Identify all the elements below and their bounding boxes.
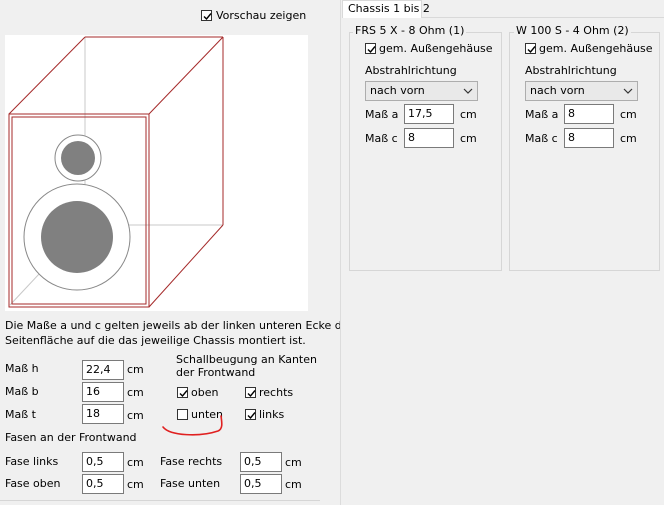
fase-unten-label: Fase unten [160, 477, 221, 490]
mass-h-unit: cm [127, 363, 144, 376]
fase-unten-input[interactable]: 0,5 [240, 474, 282, 494]
bevel-title: Fasen an der Frontwand [5, 431, 137, 444]
chassis-2-direction-select[interactable]: nach vorn [525, 81, 638, 101]
speaker-cabinet-drawing [8, 36, 224, 308]
fase-oben-label: Fase oben [5, 477, 61, 490]
chassis-1-direction-label: Abstrahlrichtung [365, 64, 457, 77]
chassis-1-same-housing-checkbox[interactable] [365, 43, 376, 54]
chassis-1-mass-a-label: Maß a [365, 108, 399, 121]
chevron-down-icon [463, 88, 473, 94]
info-text-line1: Die Maße a und c gelten jeweils ab der l… [5, 319, 354, 332]
mass-h-input[interactable]: 22,4 [82, 360, 124, 380]
fase-rechts-unit: cm [285, 456, 302, 469]
chassis-2-mass-c-input[interactable]: 8 [564, 128, 614, 148]
chassis-1-direction-value: nach vorn [370, 84, 425, 97]
chassis-1-mass-a-input[interactable]: 17,5 [404, 104, 454, 124]
chassis-1-mass-c-input[interactable]: 8 [404, 128, 454, 148]
bottom-divider [0, 500, 320, 501]
chassis-2-mass-a-label: Maß a [525, 108, 559, 121]
red-annotation-stroke [162, 415, 223, 436]
fase-rechts-input[interactable]: 0,5 [240, 452, 282, 472]
mass-t-label: Maß t [5, 408, 36, 421]
links-checkbox[interactable] [245, 409, 256, 420]
chassis-2-mass-a-input[interactable]: 8 [564, 104, 614, 124]
chassis-1-mass-a-unit: cm [460, 108, 477, 121]
diffraction-title-line1: Schallbeugung an Kanten [176, 353, 317, 366]
oben-label: oben [191, 386, 219, 399]
woofer-icon [41, 201, 113, 273]
mass-b-input[interactable]: 16 [82, 382, 124, 402]
chassis-2-same-housing-label: gem. Außengehäuse [539, 42, 653, 55]
mass-b-unit: cm [127, 386, 144, 399]
fase-links-label: Fase links [5, 455, 59, 468]
fase-rechts-label: Fase rechts [160, 455, 223, 468]
check-icon [367, 46, 376, 54]
check-icon [247, 390, 256, 398]
chassis-2-mass-c-label: Maß c [525, 132, 558, 145]
chassis-2-direction-value: nach vorn [530, 84, 585, 97]
oben-checkbox[interactable] [177, 387, 188, 398]
rechts-label: rechts [259, 386, 294, 399]
panel-separator [340, 0, 341, 505]
check-icon [527, 46, 536, 54]
fase-links-input[interactable]: 0,5 [82, 452, 124, 472]
mass-h-label: Maß h [5, 362, 39, 375]
chassis-2-same-housing-checkbox[interactable] [525, 43, 536, 54]
tab-label: Chassis 1 bis 2 [348, 2, 430, 15]
chassis-2-direction-label: Abstrahlrichtung [525, 64, 617, 77]
mass-b-label: Maß b [5, 385, 39, 398]
fase-unten-unit: cm [285, 478, 302, 491]
chassis-1-mass-c-unit: cm [460, 132, 477, 145]
fase-oben-unit: cm [127, 478, 144, 491]
speaker-preview [5, 35, 308, 311]
chassis-1-title: FRS 5 X - 8 Ohm (1) [353, 24, 467, 38]
check-icon [179, 390, 188, 398]
chassis-2-mass-a-unit: cm [620, 108, 637, 121]
mass-t-unit: cm [127, 409, 144, 422]
tab-chassis-1-2[interactable]: Chassis 1 bis 2 [342, 0, 430, 18]
chassis-1-direction-select[interactable]: nach vorn [365, 81, 478, 101]
rechts-checkbox[interactable] [245, 387, 256, 398]
chevron-down-icon [623, 88, 633, 94]
chassis-1-mass-c-label: Maß c [365, 132, 398, 145]
fase-links-unit: cm [127, 456, 144, 469]
check-icon [247, 412, 256, 420]
chassis-2-mass-c-unit: cm [620, 132, 637, 145]
chassis-1-same-housing-label: gem. Außengehäuse [379, 42, 493, 55]
info-text-line2: Seitenfläche auf die das jeweilige Chass… [5, 334, 306, 347]
preview-checkbox-label: Vorschau zeigen [216, 9, 307, 22]
check-icon [203, 13, 212, 21]
preview-checkbox[interactable] [201, 10, 212, 21]
fase-oben-input[interactable]: 0,5 [82, 474, 124, 494]
chassis-2-title: W 100 S - 4 Ohm (2) [514, 24, 631, 38]
tweeter-icon [61, 141, 95, 175]
links-label: links [259, 408, 285, 421]
mass-t-input[interactable]: 18 [82, 404, 124, 424]
diffraction-title-line2: der Frontwand [176, 366, 256, 379]
